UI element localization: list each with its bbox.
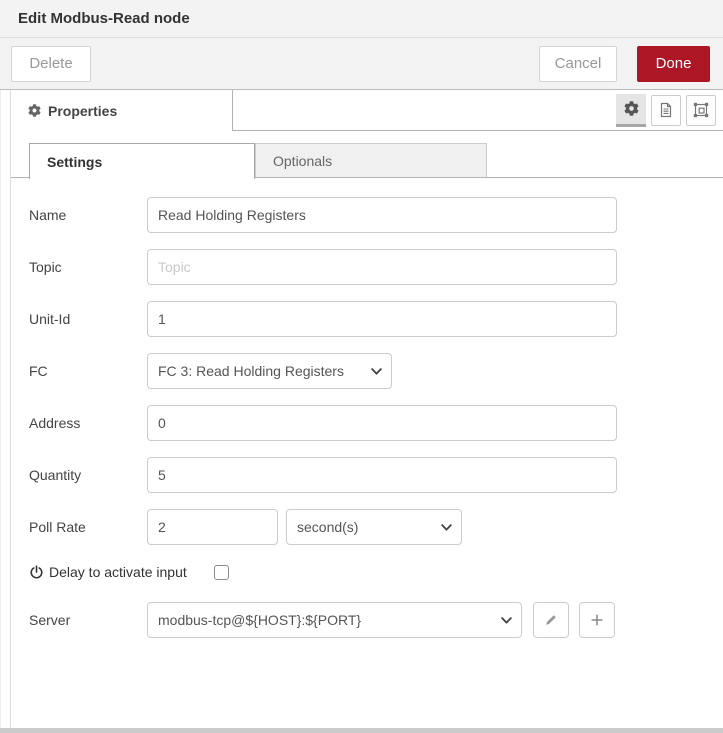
appearance-icon-button[interactable] xyxy=(686,94,716,126)
delay-label-text: Delay to activate input xyxy=(49,564,187,580)
unit-id-label: Unit-Id xyxy=(29,311,71,327)
poll-rate-label: Poll Rate xyxy=(29,519,86,535)
cancel-button[interactable]: Cancel xyxy=(539,45,617,82)
settings-form: Name Topic Unit-Id FC FC 3: Read Holding… xyxy=(11,179,723,638)
poll-rate-unit-select[interactable]: second(s) xyxy=(286,509,462,545)
name-row: Name xyxy=(29,197,723,233)
tab-properties-label: Properties xyxy=(48,102,118,119)
tab-settings[interactable]: Settings xyxy=(29,143,255,179)
unit-id-row: Unit-Id xyxy=(29,301,723,337)
tab-optionals[interactable]: Optionals xyxy=(255,143,487,177)
delay-row: Delay to activate input xyxy=(29,561,723,583)
address-row: Address xyxy=(29,405,723,441)
gear-icon xyxy=(28,104,41,117)
fc-row: FC FC 3: Read Holding Registers xyxy=(29,353,723,389)
dialog-toolbar: Delete Cancel Done xyxy=(0,38,723,90)
tab-properties[interactable]: Properties xyxy=(11,90,233,131)
edit-server-button[interactable] xyxy=(533,602,569,638)
window-bottom-edge xyxy=(0,728,723,733)
dialog-title: Edit Modbus-Read node xyxy=(18,10,190,27)
quantity-row: Quantity xyxy=(29,457,723,493)
tab-settings-label: Settings xyxy=(47,153,103,170)
file-icon xyxy=(658,102,674,118)
topic-input[interactable] xyxy=(147,249,617,285)
delete-button[interactable]: Delete xyxy=(11,45,91,82)
power-icon xyxy=(29,564,44,580)
server-select[interactable]: modbus-tcp@${HOST}:${PORT} xyxy=(147,602,522,638)
appearance-icon xyxy=(693,102,709,118)
add-server-button[interactable] xyxy=(579,602,615,638)
properties-icon-button[interactable] xyxy=(616,93,646,127)
poll-rate-row: Poll Rate second(s) xyxy=(29,509,723,545)
gear-icon xyxy=(624,101,639,116)
settings-tabs: Settings Optionals xyxy=(11,143,723,179)
topic-row: Topic xyxy=(29,249,723,285)
poll-rate-input[interactable] xyxy=(147,509,278,545)
quantity-label: Quantity xyxy=(29,467,82,483)
plus-icon xyxy=(590,613,604,627)
delay-checkbox[interactable] xyxy=(213,564,229,580)
description-icon-button[interactable] xyxy=(651,94,681,126)
dialog-header: Edit Modbus-Read node xyxy=(0,0,723,38)
editor-tray: Properties Settings Optionals Name Read … xyxy=(10,90,723,728)
editor-tabs-row: Properties xyxy=(11,90,723,131)
quantity-input[interactable] xyxy=(147,457,617,493)
server-label: Server xyxy=(29,612,71,628)
fc-label: FC xyxy=(29,363,48,379)
topic-label: Topic xyxy=(29,259,62,275)
done-button[interactable]: Done xyxy=(637,45,710,82)
name-input[interactable] xyxy=(147,197,617,233)
tab-optionals-label: Optionals xyxy=(273,152,333,169)
server-row: Server modbus-tcp@${HOST}:${PORT} xyxy=(29,602,723,638)
editor-tab-buttons xyxy=(233,90,723,131)
address-input[interactable] xyxy=(147,405,617,441)
unit-id-input[interactable] xyxy=(147,301,617,337)
pencil-icon xyxy=(544,613,558,627)
edit-node-dialog: Edit Modbus-Read node Delete Cancel Done… xyxy=(0,0,723,733)
address-label: Address xyxy=(29,415,81,431)
delay-label: Delay to activate input xyxy=(29,564,187,580)
fc-select[interactable]: FC 3: Read Holding Registers xyxy=(147,353,392,389)
name-label: Name xyxy=(29,207,67,223)
